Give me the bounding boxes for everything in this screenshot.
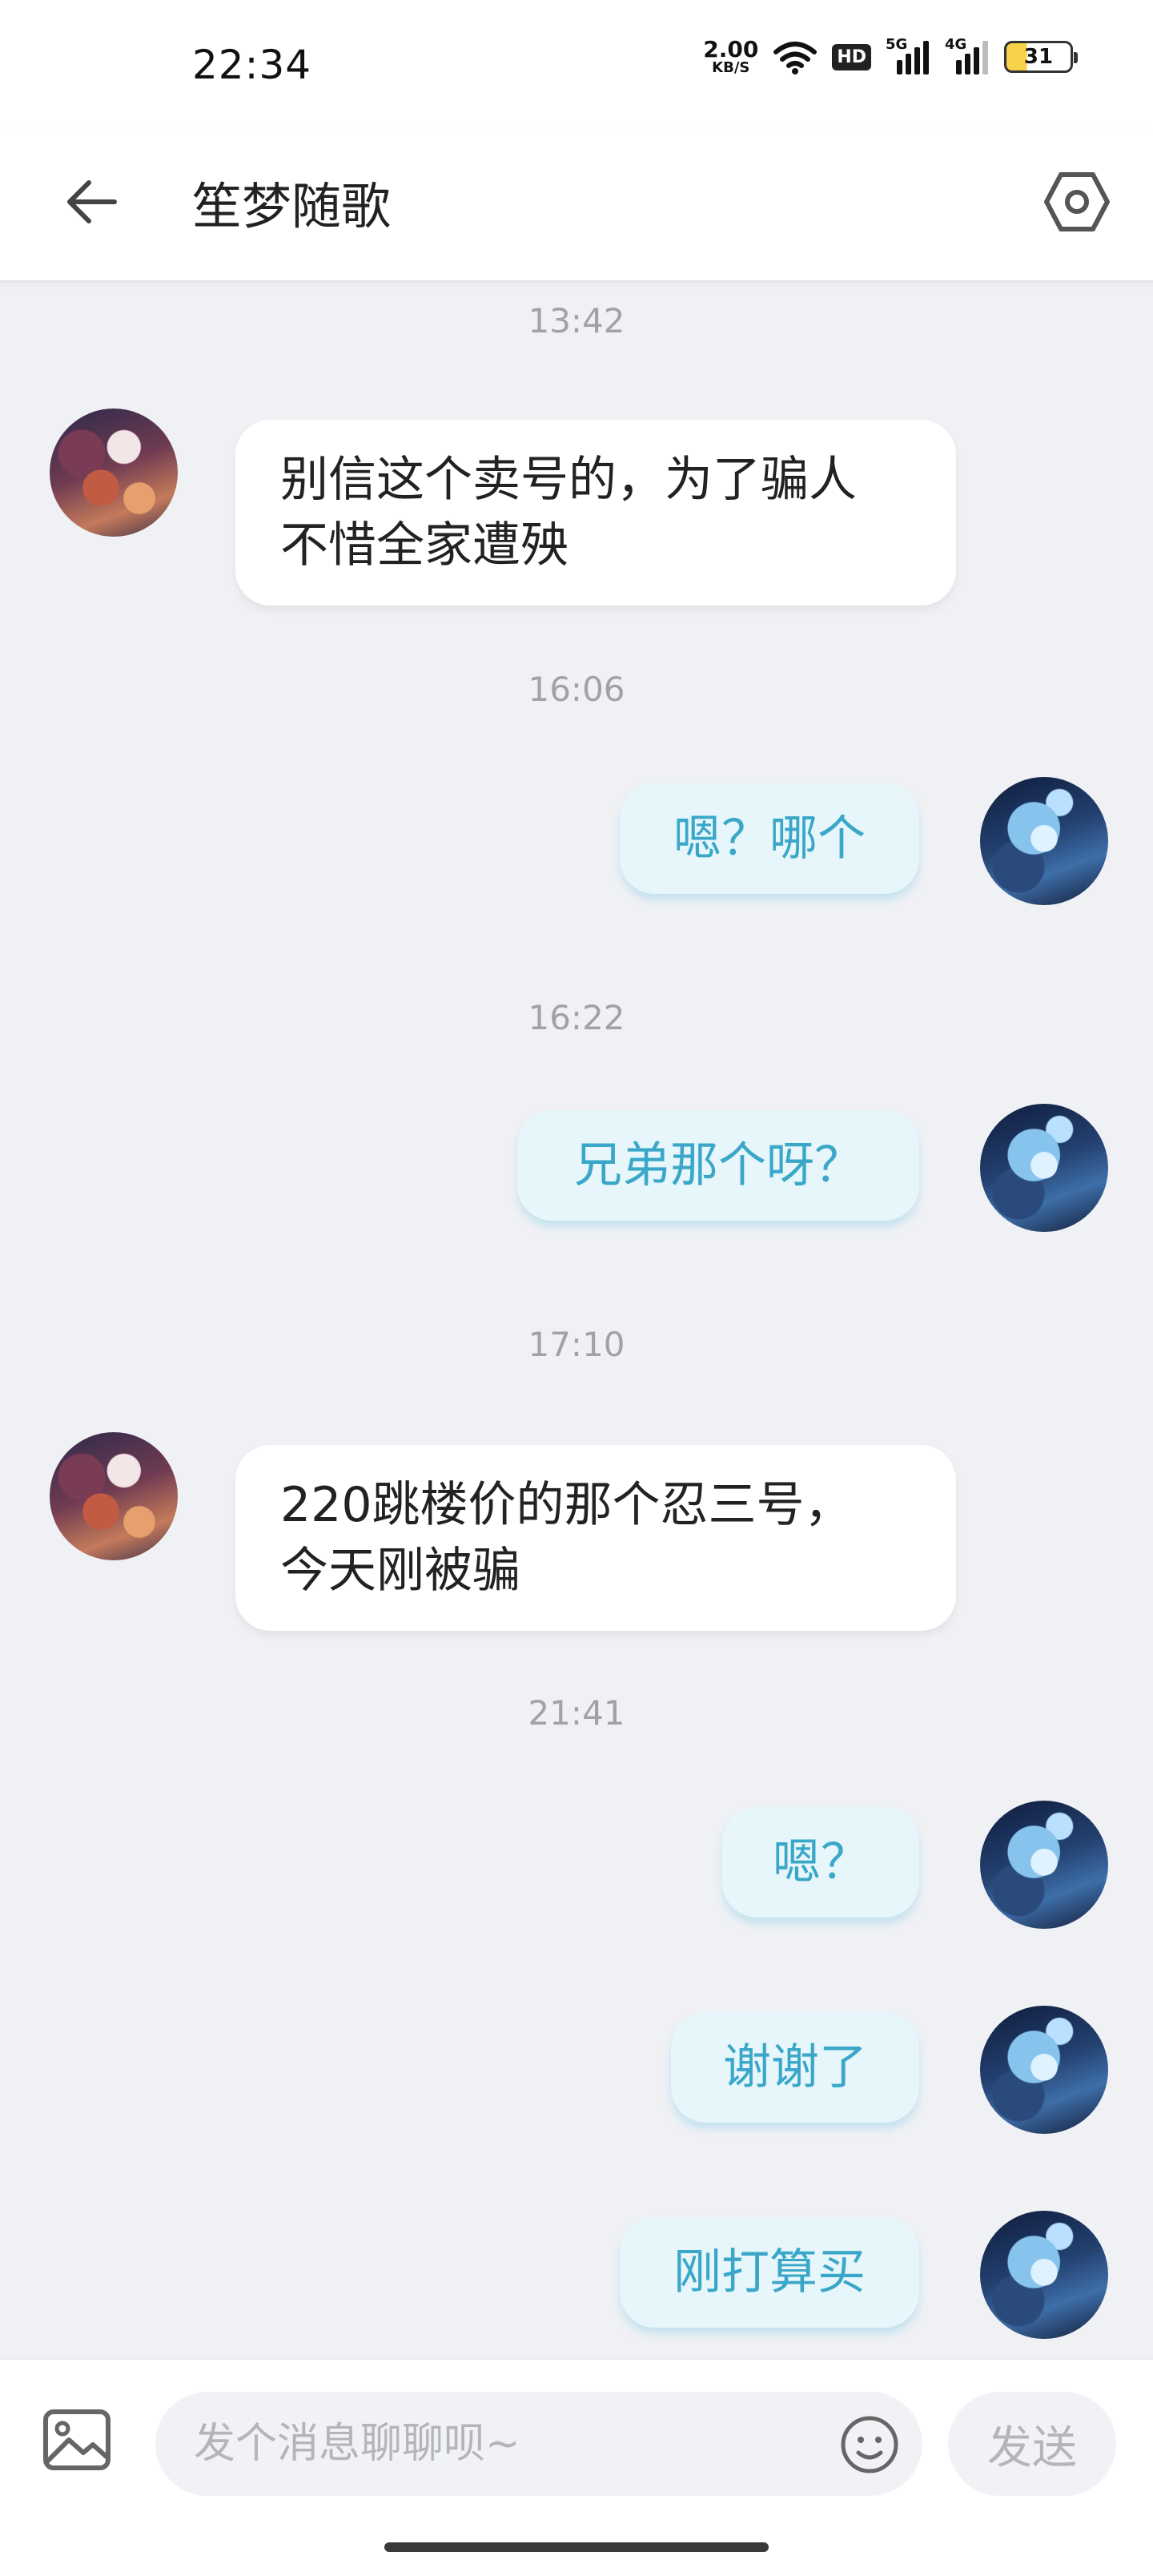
contact-avatar[interactable]: [50, 409, 178, 537]
hd-voice-badge: HD: [832, 43, 871, 70]
arrow-left-icon: [67, 180, 117, 223]
signal-5g-label: 5G: [886, 36, 908, 53]
message-bubble-sent[interactable]: 嗯？: [722, 1807, 919, 1918]
timestamp: 13:42: [528, 301, 625, 340]
chat-header: 笙梦随歌: [0, 130, 1153, 282]
home-indicator[interactable]: [384, 2542, 769, 2552]
signal-5g-icon: 5G: [886, 36, 930, 74]
message-bubble-sent[interactable]: 刚打算买: [620, 2217, 919, 2328]
status-icons: 2.00 KB/S HD 5G 4G 31: [703, 36, 1078, 75]
battery-level: 31: [1023, 45, 1054, 69]
send-button[interactable]: 发送: [948, 2392, 1116, 2496]
settings-button[interactable]: [1033, 162, 1121, 242]
network-speed: 2.00 KB/S: [703, 38, 758, 75]
emoji-icon: [841, 2416, 898, 2473]
message-bubble-sent[interactable]: 嗯？哪个: [620, 783, 919, 894]
message-bubble-sent[interactable]: 兄弟那个呀？: [517, 1110, 919, 1221]
contact-avatar[interactable]: [50, 1432, 178, 1560]
emoji-button[interactable]: [838, 2413, 902, 2477]
message-bubble-sent[interactable]: 谢谢了: [671, 2012, 919, 2123]
message-list[interactable]: 13:42 别信这个卖号的，为了骗人 不惜全家遭殃 16:06 嗯？哪个 16:…: [0, 282, 1153, 2358]
network-speed-value: 2.00: [703, 36, 759, 62]
own-avatar[interactable]: [980, 1801, 1108, 1929]
own-avatar[interactable]: [980, 777, 1108, 905]
image-icon: [43, 2409, 110, 2470]
own-avatar[interactable]: [980, 1104, 1108, 1232]
image-button[interactable]: [37, 2400, 117, 2480]
message-bubble-received[interactable]: 别信这个卖号的，为了骗人 不惜全家遭殃: [235, 420, 956, 606]
timestamp: 16:22: [528, 998, 625, 1037]
timestamp: 21:41: [528, 1693, 625, 1733]
network-speed-unit: KB/S: [712, 59, 750, 76]
hexagon-settings-icon: [1044, 172, 1110, 231]
timestamp: 17:10: [528, 1325, 625, 1364]
signal-4g-label: 4G: [945, 36, 967, 53]
message-input[interactable]: [155, 2392, 922, 2496]
chat-title: 笙梦随歌: [192, 177, 392, 235]
status-time: 22:34: [192, 42, 312, 88]
wifi-icon: [773, 42, 818, 74]
status-bar: 22:34 2.00 KB/S HD 5G 4G 31: [0, 0, 1153, 130]
own-avatar[interactable]: [980, 2006, 1108, 2134]
signal-4g-icon: 4G: [945, 36, 990, 74]
timestamp: 16:06: [528, 670, 625, 709]
message-bubble-received[interactable]: 220跳楼价的那个忍三号， 今天刚被骗: [235, 1445, 956, 1631]
battery-icon: 31: [1004, 41, 1078, 73]
own-avatar[interactable]: [980, 2211, 1108, 2339]
back-button[interactable]: [51, 162, 131, 242]
